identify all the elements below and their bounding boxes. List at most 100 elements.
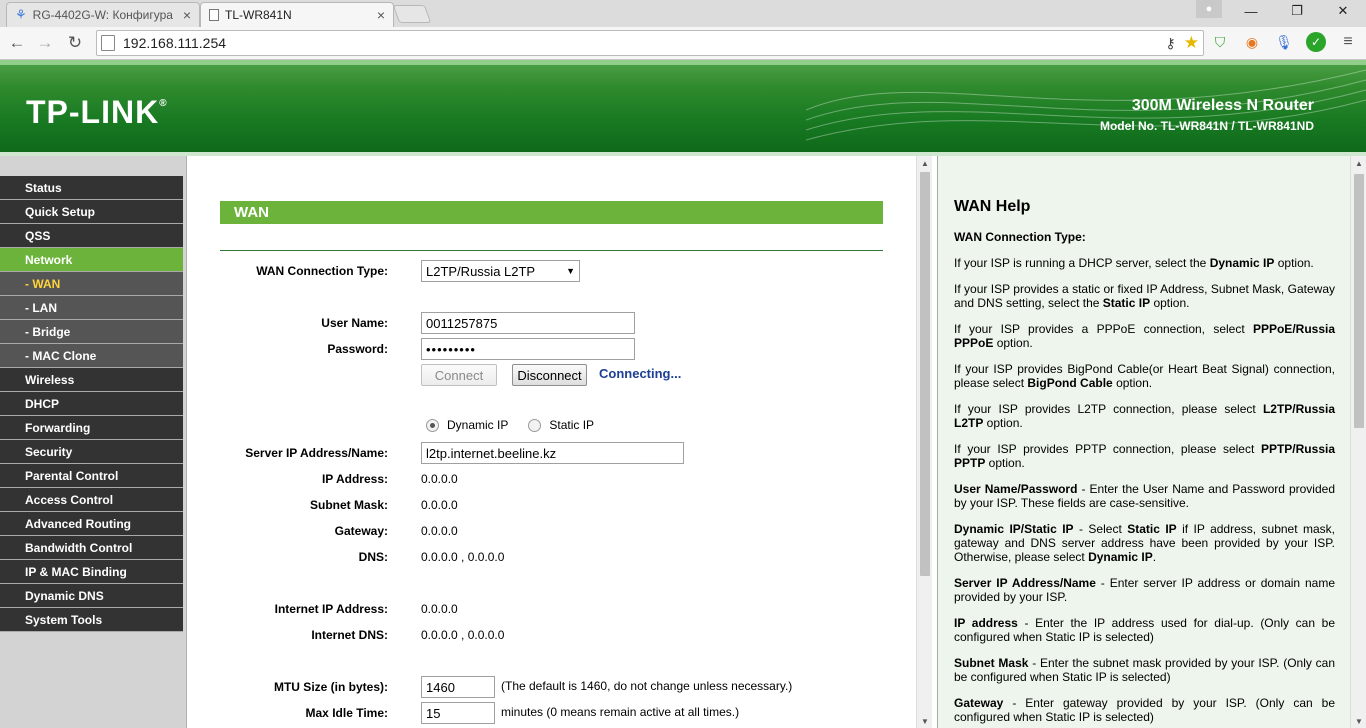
sidebar-menu: Status Quick Setup QSS Network - WAN - LAN - B… (0, 176, 183, 632)
username-label: User Name: (321, 316, 388, 330)
minimize-button[interactable]: — (1228, 0, 1274, 22)
dynamic-ip-label: Dynamic IP (447, 418, 509, 432)
product-name: 300M Wireless N Router (1131, 97, 1314, 114)
microphone-icon[interactable]: 🎙 (1274, 32, 1294, 52)
connect-button[interactable]: Connect (421, 364, 497, 386)
gateway-label: Gateway: (334, 524, 388, 538)
help-text: If your ISP is running a DHCP server, se… (954, 256, 1314, 270)
sidebar-item-status[interactable]: Status (0, 176, 183, 200)
help-text: If your ISP provides BigPond Cable(or He… (954, 362, 1335, 390)
sidebar-item-lan[interactable]: - LAN (0, 296, 183, 320)
bookmark-star-icon[interactable]: ★ (1184, 33, 1199, 53)
ip-mode-radio-group: Dynamic IP Static IP (426, 418, 594, 432)
sidebar-item-ip-mac-binding[interactable]: IP & MAC Binding (0, 560, 183, 584)
static-ip-label: Static IP (549, 418, 595, 432)
reload-icon[interactable]: ↻ (64, 33, 86, 53)
idle-label: Max Idle Time: (305, 706, 388, 720)
dynamic-ip-radio[interactable] (426, 418, 439, 432)
sidebar-item-bridge[interactable]: - Bridge (0, 320, 183, 344)
sidebar-item-wireless[interactable]: Wireless (0, 368, 183, 392)
extension-icon[interactable]: ◉ (1242, 32, 1262, 52)
address-bar[interactable]: 192.168.111.254 ⚷ ★ (96, 30, 1204, 56)
page-icon (209, 9, 219, 21)
scroll-thumb[interactable] (1354, 174, 1364, 428)
url-text: 192.168.111.254 (123, 35, 227, 51)
mtu-input[interactable] (421, 676, 495, 698)
network-icon: ⚘ (15, 7, 27, 22)
conn-type-value: L2TP/Russia L2TP (426, 263, 536, 279)
sidebar-item-quick-setup[interactable]: Quick Setup (0, 200, 183, 224)
ip-address-label: IP Address: (321, 472, 388, 486)
maximize-button[interactable]: ❐ (1274, 0, 1320, 22)
conn-type-select[interactable]: L2TP/Russia L2TP ▼ (421, 260, 580, 282)
sidebar-item-advanced-routing[interactable]: Advanced Routing (0, 512, 183, 536)
sidebar: Status Quick Setup QSS Network - WAN - LAN - B… (0, 156, 187, 728)
sidebar-item-parental-control[interactable]: Parental Control (0, 464, 183, 488)
help-title: WAN Help (954, 198, 1031, 215)
tab-title: RG-4402G-W: Конфигура (32, 8, 173, 22)
sidebar-item-bandwidth-control[interactable]: Bandwidth Control (0, 536, 183, 560)
help-scrollbar[interactable]: ▲ ▼ (1350, 156, 1366, 728)
tp-link-logo: TP-LINK® (26, 94, 168, 130)
sidebar-item-mac-clone[interactable]: - MAC Clone (0, 344, 183, 368)
forward-icon[interactable]: → (34, 33, 56, 53)
menu-icon[interactable]: ≡ (1338, 32, 1358, 52)
browser-tab[interactable]: ⚘ RG-4402G-W: Конфигура × (6, 2, 200, 27)
sidebar-item-access-control[interactable]: Access Control (0, 488, 183, 512)
username-input[interactable] (421, 312, 635, 334)
idle-input[interactable] (421, 702, 495, 724)
ip-address-value: 0.0.0.0 (421, 472, 458, 486)
disconnect-button[interactable]: Disconnect (512, 364, 587, 386)
title-divider (220, 250, 883, 251)
dns-value: 0.0.0.0 , 0.0.0.0 (421, 550, 505, 564)
main-scrollbar[interactable]: ▲ ▼ (916, 156, 932, 728)
help-text: If your ISP provides a PPPoE connection,… (954, 322, 1335, 350)
sidebar-item-system-tools[interactable]: System Tools (0, 608, 183, 632)
scroll-up-icon[interactable]: ▲ (917, 156, 933, 170)
help-text: IP address - Enter the IP address used f… (954, 616, 1336, 644)
sidebar-item-network[interactable]: Network (0, 248, 183, 272)
close-window-button[interactable]: ✕ (1320, 0, 1366, 22)
internet-dns-value: 0.0.0.0 , 0.0.0.0 (421, 628, 505, 642)
tab-title: TL-WR841N (225, 8, 292, 22)
conn-type-label: WAN Connection Type: (256, 264, 388, 278)
help-text: User Name/Password - Enter the User Name… (954, 482, 1335, 510)
key-icon[interactable]: ⚷ (1165, 35, 1175, 52)
back-icon[interactable]: ← (6, 33, 28, 53)
scroll-thumb[interactable] (920, 172, 930, 576)
sidebar-item-wan[interactable]: - WAN (0, 272, 183, 296)
subnet-mask-value: 0.0.0.0 (421, 498, 458, 512)
sidebar-item-dhcp[interactable]: DHCP (0, 392, 183, 416)
scroll-down-icon[interactable]: ▼ (917, 714, 933, 728)
sidebar-item-security[interactable]: Security (0, 440, 183, 464)
main-content: WAN WAN Connection Type: L2TP/Russia L2T… (188, 156, 915, 728)
internet-ip-value: 0.0.0.0 (421, 602, 458, 616)
help-text: Dynamic IP/Static IP - Select Static IP … (954, 522, 1335, 564)
sidebar-item-forwarding[interactable]: Forwarding (0, 416, 183, 440)
connection-status: Connecting... (599, 366, 682, 381)
browser-tab-active[interactable]: TL-WR841N × (200, 2, 394, 27)
password-label: Password: (327, 342, 388, 356)
shield-extension-icon[interactable]: ⛉ (1210, 32, 1230, 52)
scroll-down-icon[interactable]: ▼ (1351, 714, 1366, 728)
model-number: Model No. TL-WR841N / TL-WR841ND (1099, 119, 1314, 133)
help-text: Gateway - Enter gateway provided by your… (954, 696, 1335, 724)
static-ip-radio[interactable] (528, 418, 542, 432)
help-text: If your ISP provides PPTP connection, pl… (954, 442, 1335, 470)
scroll-up-icon[interactable]: ▲ (1351, 156, 1366, 170)
password-input[interactable] (421, 338, 635, 360)
sidebar-item-dynamic-dns[interactable]: Dynamic DNS (0, 584, 183, 608)
help-text: Server IP Address/Name - Enter server IP… (954, 576, 1335, 604)
browser-toolbar: ← → ↻ 192.168.111.254 ⚷ ★ ⛉ ◉ 🎙 ✓ ≡ (0, 27, 1366, 60)
dns-label: DNS: (358, 550, 388, 564)
check-extension-icon[interactable]: ✓ (1306, 32, 1326, 52)
close-tab-icon[interactable]: × (183, 7, 191, 23)
server-label: Server IP Address/Name: (245, 446, 388, 460)
browser-tab-bar: ⚘ RG-4402G-W: Конфигура × TL-WR841N × ● … (0, 0, 1366, 27)
user-profile-icon[interactable]: ● (1196, 0, 1222, 18)
close-tab-icon[interactable]: × (377, 7, 385, 23)
help-panel: WAN Help WAN Connection Type: If your IS… (937, 156, 1350, 728)
server-input[interactable] (421, 442, 684, 464)
new-tab-button[interactable] (392, 5, 432, 23)
sidebar-item-qss[interactable]: QSS (0, 224, 183, 248)
